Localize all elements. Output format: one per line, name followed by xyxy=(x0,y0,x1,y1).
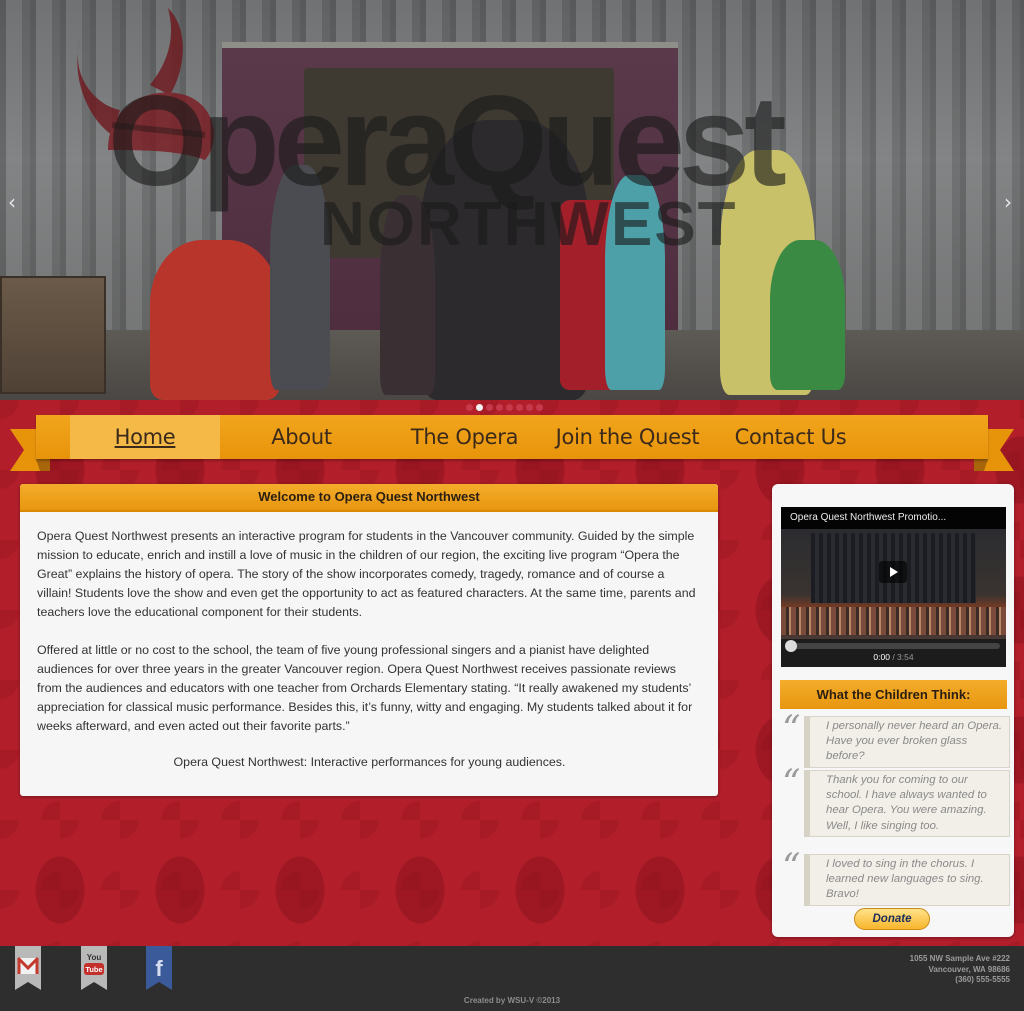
address-city: Vancouver, WA 98686 xyxy=(928,964,1010,974)
quote-text: I loved to sing in the chorus. I learned… xyxy=(804,854,1010,906)
welcome-paragraph-2: Offered at little or no cost to the scho… xyxy=(37,643,693,733)
video-time-separator: / xyxy=(889,652,898,662)
footer-credit: Created by WSU-V ©2013 xyxy=(463,996,561,1005)
slide-dot[interactable] xyxy=(516,404,523,411)
video-duration: 3:54 xyxy=(897,652,914,662)
video-scrubber-handle[interactable] xyxy=(785,640,797,652)
welcome-body: Opera Quest Northwest presents an intera… xyxy=(20,512,718,772)
video-thumbnail[interactable] xyxy=(781,529,1006,639)
welcome-title: Welcome to Opera Quest Northwest xyxy=(20,484,718,512)
video-time: 0:00 / 3:54 xyxy=(781,652,1006,662)
slide-dot[interactable] xyxy=(526,404,533,411)
welcome-paragraph-1: Opera Quest Northwest presents an intera… xyxy=(37,529,696,619)
video-scrubber[interactable] xyxy=(785,640,1000,652)
slide-dot[interactable] xyxy=(496,404,503,411)
gmail-icon xyxy=(15,946,41,990)
donate-button[interactable]: Donate xyxy=(854,908,930,930)
slide-dot[interactable] xyxy=(466,404,473,411)
hero-prev-arrow[interactable]: ‹ xyxy=(8,190,16,214)
welcome-panel: Welcome to Opera Quest Northwest Opera Q… xyxy=(20,484,718,796)
nav-item-about[interactable]: About xyxy=(220,415,383,459)
hero-next-arrow[interactable]: › xyxy=(1004,190,1012,214)
nav-item-contact-us[interactable]: Contact Us xyxy=(709,415,872,459)
slide-dot[interactable] xyxy=(476,404,483,411)
main-nav: Home About The Opera Join the Quest Contact … xyxy=(70,415,872,459)
quote-mark-icon: “ xyxy=(782,709,801,750)
video-title[interactable]: Opera Quest Northwest Promotio... xyxy=(781,507,1006,529)
welcome-tagline: Opera Quest Northwest: Interactive perfo… xyxy=(173,755,566,769)
facebook-link[interactable]: f xyxy=(146,946,172,990)
video-audience xyxy=(781,607,1006,635)
slide-dot[interactable] xyxy=(486,404,493,411)
nav-item-join-the-quest[interactable]: Join the Quest xyxy=(546,415,709,459)
logo-subtitle: NORTHWEST xyxy=(320,190,738,259)
facebook-icon: f xyxy=(146,946,172,990)
nav-item-the-opera[interactable]: The Opera xyxy=(383,415,546,459)
slide-dot[interactable] xyxy=(506,404,513,411)
svg-text:You: You xyxy=(87,953,102,962)
slide-dot[interactable] xyxy=(536,404,543,411)
youtube-link[interactable]: You Tube xyxy=(81,946,107,990)
play-icon[interactable] xyxy=(879,561,907,583)
sidebar: Opera Quest Northwest Promotio... 0:00 /… xyxy=(772,484,1014,937)
svg-text:f: f xyxy=(155,956,163,981)
youtube-icon: You Tube xyxy=(81,946,107,990)
address-street: 1055 NW Sample Ave #222 xyxy=(909,954,1010,963)
footer: You Tube f 1055 NW Sample Ave #222 Vanco… xyxy=(0,946,1024,1011)
video-current-time: 0:00 xyxy=(873,652,890,662)
svg-text:Tube: Tube xyxy=(85,965,102,974)
quote-text: Thank you for coming to our school. I ha… xyxy=(804,770,1010,837)
slide-indicator xyxy=(466,404,543,411)
quote-text: I personally never heard an Opera. Have … xyxy=(804,716,1010,768)
hero-slideshow: OperaQuest NORTHWEST ‹ › xyxy=(0,0,1024,400)
nav-item-home[interactable]: Home xyxy=(70,415,220,459)
quote-mark-icon: “ xyxy=(782,763,801,804)
address-phone: (360) 555-5555 xyxy=(955,975,1010,984)
video-controls: 0:00 / 3:54 xyxy=(781,639,1006,667)
contact-address: 1055 NW Sample Ave #222 Vancouver, WA 98… xyxy=(910,954,1010,986)
promo-video-player[interactable]: Opera Quest Northwest Promotio... 0:00 /… xyxy=(781,507,1006,667)
opera-quest-logo: OperaQuest NORTHWEST xyxy=(77,8,792,259)
gmail-link[interactable] xyxy=(15,946,41,990)
children-think-title: What the Children Think: xyxy=(780,680,1007,709)
quote-mark-icon: “ xyxy=(782,847,801,888)
